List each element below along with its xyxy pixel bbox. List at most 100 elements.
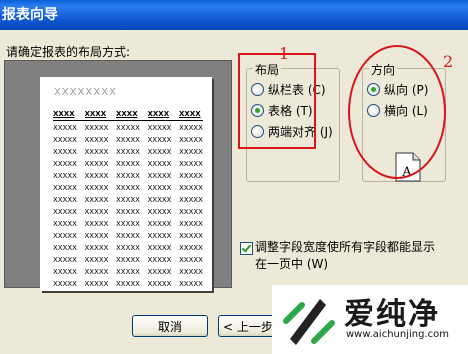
preview-data-cell: XXXXX	[179, 280, 203, 288]
preview-data-row: XXXXX XXXXX XXXXX XXXXX XXXXX	[53, 147, 203, 159]
preview-data-cell: XXXXX	[116, 136, 140, 144]
preview-data-cell: XXXXX	[179, 148, 203, 156]
preview-data-cell: XXXXX	[179, 172, 203, 180]
preview-data-row: XXXXX XXXXX XXXXX XXXXX XXXXX	[53, 243, 203, 255]
preview-data-cell: XXXXX	[147, 232, 172, 240]
preview-data-cell: XXXXX	[147, 256, 172, 264]
annotation-box-layout	[238, 53, 316, 149]
preview-data-row: XXXXX XXXXX XXXXX XXXXX XXXXX	[53, 267, 203, 279]
preview-data-cell: XXXXX	[84, 196, 109, 204]
preview-data-row: XXXXX XXXXX XXXXX XXXXX XXXXX	[53, 171, 203, 183]
preview-data-row: XXXXX XXXXX XXXXX XXXXX XXXXX	[53, 183, 203, 195]
preview-data-cell: XXXXX	[84, 160, 109, 168]
preview-data-cell: XXXXX	[116, 196, 140, 204]
title-bar: 报表向导	[0, 0, 468, 30]
preview-data-row: XXXXX XXXXX XXXXX XXXXX XXXXX	[53, 207, 203, 219]
preview-report-title: XXXXXXXX	[54, 87, 117, 98]
preview-data-cell: XXXXX	[116, 232, 140, 240]
layout-preview: XXXXXXXX XXXX XXXX XXXX XXXX XXXX XXXXX XXXXX X…	[4, 60, 232, 291]
preview-data-cell: XXXXX	[84, 280, 109, 288]
preview-data-cell: XXXXX	[84, 184, 109, 192]
preview-data-cell: XXXXX	[53, 148, 77, 156]
preview-data-row: XXXXX XXXXX XXXXX XXXXX XXXXX	[53, 279, 203, 291]
preview-data-cell: XXXXX	[84, 148, 109, 156]
watermark: 爱纯净 www.aichunjing.com	[272, 285, 468, 354]
preview-data-cell: XXXXX	[84, 268, 109, 276]
cancel-button[interactable]: 取消	[132, 315, 208, 337]
preview-header-cell: XXXX	[179, 110, 201, 118]
preview-data-cell: XXXXX	[53, 268, 77, 276]
preview-data-cell: XXXXX	[116, 172, 140, 180]
preview-data-cell: XXXXX	[179, 160, 203, 168]
preview-data-cell: XXXXX	[147, 136, 172, 144]
watermark-logo-icon	[283, 299, 335, 345]
preview-data-cell: XXXXX	[147, 208, 172, 216]
preview-header-cell: XXXX	[53, 110, 75, 118]
preview-data-row: XXXXX XXXXX XXXXX XXXXX XXXXX	[53, 195, 203, 207]
preview-data-row: XXXXX XXXXX XXXXX XXXXX XXXXX	[53, 255, 203, 267]
watermark-url: www.aichunjing.com	[346, 329, 449, 340]
preview-data-cell: XXXXX	[53, 256, 77, 264]
preview-data-cell: XXXXX	[116, 244, 140, 252]
preview-data-cell: XXXXX	[179, 184, 203, 192]
preview-data-row: XXXXX XXXXX XXXXX XXXXX XXXXX	[53, 219, 203, 231]
adjust-label-line1: 调整字段宽度使所有字段都能显示	[255, 240, 436, 254]
annotation-ellipse-orientation	[348, 45, 446, 179]
preview-data-cell: XXXXX	[53, 232, 77, 240]
annotation-number-1: 1	[279, 44, 290, 63]
preview-data-cell: XXXXX	[53, 124, 77, 132]
preview-data-cell: XXXXX	[179, 256, 203, 264]
preview-data-cell: XXXXX	[53, 172, 77, 180]
preview-data-cell: XXXXX	[147, 280, 172, 288]
preview-data-cell: XXXXX	[179, 220, 203, 228]
preview-data-row: XXXXX XXXXX XXXXX XXXXX XXXXX	[53, 135, 203, 147]
adjust-label-line2: 在一页中 (W)	[255, 257, 329, 271]
preview-data-cell: XXXXX	[84, 136, 109, 144]
preview-data-cell: XXXXX	[116, 208, 140, 216]
preview-data-cell: XXXXX	[53, 184, 77, 192]
preview-data-cell: XXXXX	[84, 244, 109, 252]
preview-data-cell: XXXXX	[53, 136, 77, 144]
preview-data-cell: XXXXX	[179, 196, 203, 204]
preview-data-cell: XXXXX	[84, 208, 109, 216]
layout-prompt: 请确定报表的布局方式:	[6, 45, 131, 59]
preview-data-cell: XXXXX	[116, 256, 140, 264]
preview-data-cell: XXXXX	[179, 136, 203, 144]
preview-header-cell: XXXX	[116, 110, 138, 118]
preview-data-row: XXXXX XXXXX XXXXX XXXXX XXXXX	[53, 231, 203, 243]
preview-data-cell: XXXXX	[116, 160, 140, 168]
preview-data-cell: XXXXX	[53, 196, 77, 204]
preview-data-cell: XXXXX	[53, 220, 77, 228]
preview-data-cell: XXXXX	[147, 220, 172, 228]
preview-paper: XXXXXXXX XXXX XXXX XXXX XXXX XXXX XXXXX XXXXX X…	[40, 77, 212, 291]
preview-data-cell: XXXXX	[179, 244, 203, 252]
preview-header-cell: XXXX	[84, 110, 107, 118]
adjust-field-width-checkbox[interactable]	[240, 242, 253, 255]
preview-data-cell: XXXXX	[84, 256, 109, 264]
preview-data-cell: XXXXX	[116, 148, 140, 156]
preview-data-cell: XXXXX	[84, 172, 109, 180]
preview-data-cell: XXXXX	[147, 184, 172, 192]
watermark-name: 爱纯净	[344, 297, 440, 332]
preview-data-cell: XXXXX	[147, 244, 172, 252]
preview-data-cell: XXXXX	[147, 160, 172, 168]
preview-data-cell: XXXXX	[116, 124, 140, 132]
window-title: 报表向导	[2, 7, 58, 23]
preview-data-cell: XXXXX	[53, 160, 77, 168]
preview-data-cell: XXXXX	[179, 268, 203, 276]
preview-data-cell: XXXXX	[147, 148, 172, 156]
preview-header-cell: XXXX	[147, 110, 170, 118]
preview-data-cell: XXXXX	[116, 184, 140, 192]
preview-data-cell: XXXXX	[116, 220, 140, 228]
preview-data-cell: XXXXX	[84, 220, 109, 228]
adjust-field-width-label[interactable]: 调整字段宽度使所有字段都能显示 在一页中 (W)	[255, 239, 445, 273]
preview-data-row: XXXXX XXXXX XXXXX XXXXX XXXXX	[53, 123, 203, 135]
preview-data-cell: XXXXX	[116, 280, 140, 288]
preview-data-cell: XXXXX	[179, 232, 203, 240]
preview-data-cell: XXXXX	[147, 124, 172, 132]
preview-data-cell: XXXXX	[179, 124, 203, 132]
preview-data-cell: XXXXX	[84, 232, 109, 240]
preview-data-cell: XXXXX	[147, 172, 172, 180]
preview-data-cell: XXXXX	[84, 124, 109, 132]
preview-data-cell: XXXXX	[147, 196, 172, 204]
